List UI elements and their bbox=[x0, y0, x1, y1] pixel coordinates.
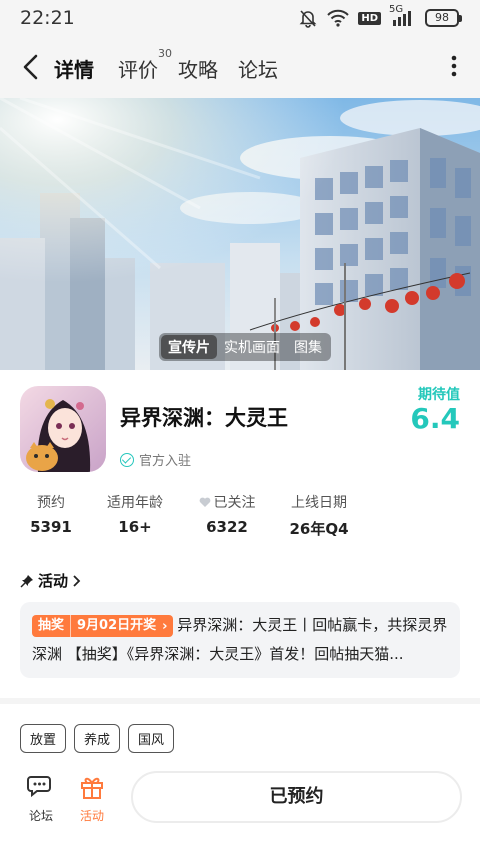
status-bar: 22:21 HD 5G 98 bbox=[0, 0, 480, 36]
bottom-forum-button[interactable]: 论坛 bbox=[21, 774, 61, 824]
back-arrow-icon[interactable] bbox=[18, 52, 44, 82]
forum-chat-icon bbox=[27, 776, 51, 798]
tab-details[interactable]: 详情 bbox=[54, 54, 94, 83]
stat-value: 26年Q4 bbox=[289, 520, 349, 538]
verified-check-icon bbox=[120, 452, 134, 467]
gift-icon bbox=[81, 777, 103, 799]
stat-value: 16+ bbox=[118, 518, 152, 536]
expectation-value: 6.4 bbox=[410, 402, 460, 435]
promo-artwork bbox=[0, 98, 480, 370]
bottom-activity-button[interactable]: 活动 bbox=[72, 774, 112, 824]
stat-label: 预约 bbox=[37, 495, 65, 511]
tab-forum-label: 论坛 bbox=[238, 58, 278, 82]
activity-card[interactable]: 抽奖 9月02日开奖 › 异界深渊：大灵王丨回帖赢卡，共探灵界深渊 【抽奖】《异… bbox=[20, 602, 460, 678]
lottery-badge: 抽奖 9月02日开奖 › bbox=[32, 615, 173, 637]
official-label: 官方入驻 bbox=[139, 454, 192, 469]
media-tabs: 宣传片 实机画面 图集 bbox=[159, 333, 331, 361]
hd-badge: HD bbox=[358, 11, 381, 25]
tag-idle[interactable]: 放置 bbox=[20, 724, 67, 753]
stat-label: 已关注 bbox=[213, 495, 256, 511]
tag-raising[interactable]: 养成 bbox=[74, 724, 121, 753]
official-badge: 官方入驻 bbox=[120, 450, 191, 469]
heart-icon bbox=[199, 497, 210, 507]
activity-heading[interactable]: 活动 bbox=[20, 570, 82, 591]
activity-label: 活动 bbox=[79, 809, 104, 823]
more-options-icon[interactable] bbox=[450, 54, 458, 78]
hero-media[interactable]: 宣传片 实机画面 图集 bbox=[0, 98, 480, 370]
badge-chevron-icon: › bbox=[162, 618, 168, 634]
stat-followers: 已关注 6322 bbox=[192, 492, 262, 536]
signal-icon: 5G bbox=[389, 4, 417, 28]
tab-details-label: 详情 bbox=[54, 58, 94, 82]
top-nav: 详情 评价 30 攻略 论坛 bbox=[0, 36, 480, 98]
battery-level: 98 bbox=[425, 9, 459, 27]
status-time: 22:21 bbox=[20, 7, 75, 29]
game-title: 异界深渊：大灵王 bbox=[120, 406, 288, 430]
pin-icon bbox=[20, 574, 33, 588]
stat-reservations: 预约 5391 bbox=[22, 492, 80, 536]
media-tab-gameplay[interactable]: 实机画面 bbox=[217, 335, 287, 359]
wifi-icon bbox=[327, 9, 350, 27]
stat-label-wrap: 已关注 bbox=[192, 492, 262, 512]
reviews-count-badge: 30 bbox=[158, 47, 172, 60]
stat-release-date: 上线日期 26年Q4 bbox=[288, 492, 350, 539]
activity-heading-label: 活动 bbox=[38, 572, 69, 590]
mute-bell-icon bbox=[299, 10, 317, 28]
tab-guides[interactable]: 攻略 bbox=[178, 54, 218, 83]
reserved-button[interactable]: 已预约 bbox=[131, 771, 462, 823]
stat-value: 6322 bbox=[206, 518, 248, 536]
tag-chinese-style[interactable]: 国风 bbox=[128, 724, 175, 753]
section-divider bbox=[0, 698, 480, 704]
battery-icon: 98 bbox=[425, 9, 462, 27]
lottery-badge-date: 9月02日开奖 bbox=[77, 618, 157, 633]
bottom-action-bar: 论坛 活动 已预约 bbox=[0, 768, 480, 854]
media-tab-trailer[interactable]: 宣传片 bbox=[161, 335, 217, 359]
status-icons: HD 5G 98 bbox=[298, 4, 462, 28]
expectation-score: 期待值 6.4 bbox=[410, 384, 460, 434]
stat-label: 适用年龄 bbox=[107, 495, 163, 511]
lottery-badge-type: 抽奖 bbox=[32, 615, 72, 637]
tab-guides-label: 攻略 bbox=[178, 58, 218, 82]
chevron-right-icon bbox=[73, 574, 81, 587]
tab-reviews[interactable]: 评价 30 bbox=[118, 47, 172, 83]
genre-tags: 放置 养成 国风 bbox=[20, 724, 175, 753]
stat-age-rating: 适用年龄 16+ bbox=[102, 492, 168, 536]
game-app-icon bbox=[20, 386, 106, 472]
stats-row: 预约 5391 适用年龄 16+ 已关注 6322 上线日期 26年Q4 bbox=[0, 492, 480, 542]
stat-value: 5391 bbox=[30, 518, 72, 536]
expectation-label: 期待值 bbox=[418, 387, 460, 403]
forum-label: 论坛 bbox=[28, 809, 53, 823]
media-tab-gallery[interactable]: 图集 bbox=[287, 335, 329, 359]
tab-reviews-label: 评价 bbox=[118, 58, 158, 82]
stat-label: 上线日期 bbox=[291, 495, 347, 511]
tab-forum[interactable]: 论坛 bbox=[238, 54, 278, 83]
